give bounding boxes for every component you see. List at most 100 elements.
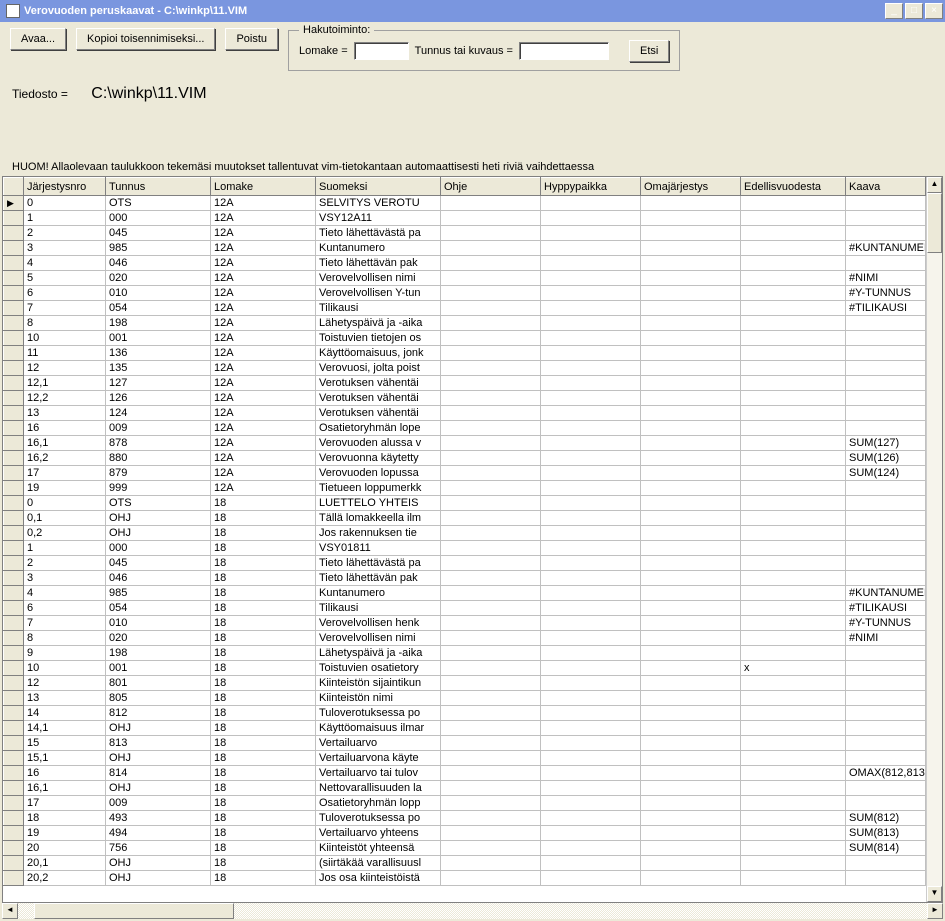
cell[interactable] — [541, 316, 641, 331]
cell[interactable]: 18 — [211, 796, 316, 811]
cell[interactable] — [741, 376, 846, 391]
cell[interactable] — [641, 301, 741, 316]
cell[interactable] — [641, 436, 741, 451]
cell[interactable]: OHJ — [106, 721, 211, 736]
table-row[interactable]: 1999912ATietueen loppumerkk — [4, 481, 926, 496]
cell[interactable] — [441, 811, 541, 826]
row-header[interactable] — [4, 811, 24, 826]
cell[interactable] — [441, 871, 541, 886]
cell[interactable] — [741, 481, 846, 496]
cell[interactable]: Verovelvollisen henk — [316, 616, 441, 631]
cell[interactable] — [441, 466, 541, 481]
cell[interactable] — [441, 526, 541, 541]
cell[interactable]: 813 — [106, 736, 211, 751]
cell[interactable] — [541, 781, 641, 796]
row-header[interactable] — [4, 766, 24, 781]
cell[interactable] — [641, 541, 741, 556]
cell[interactable] — [541, 271, 641, 286]
cell[interactable] — [541, 391, 641, 406]
column-header[interactable]: Suomeksi — [316, 178, 441, 196]
cell[interactable] — [741, 391, 846, 406]
cell[interactable] — [846, 526, 926, 541]
table-row[interactable]: 1700918Osatietoryhmän lopp — [4, 796, 926, 811]
cell[interactable]: Käyttöomaisuus, jonk — [316, 346, 441, 361]
cell[interactable] — [541, 811, 641, 826]
cell[interactable] — [541, 241, 641, 256]
table-row[interactable]: 15,1OHJ18Vertailuarvona käyte — [4, 751, 926, 766]
table-row[interactable]: 701018Verovelvollisen henk#Y-TUNNUS — [4, 616, 926, 631]
cell[interactable]: 18 — [211, 721, 316, 736]
cell[interactable]: 4 — [24, 586, 106, 601]
cell[interactable]: 18 — [211, 646, 316, 661]
cell[interactable] — [441, 286, 541, 301]
cell[interactable] — [846, 571, 926, 586]
cell[interactable] — [741, 331, 846, 346]
cell[interactable] — [641, 211, 741, 226]
cell[interactable]: 020 — [106, 631, 211, 646]
cell[interactable] — [541, 466, 641, 481]
row-header[interactable] — [4, 256, 24, 271]
cell[interactable]: 010 — [106, 286, 211, 301]
cell[interactable] — [741, 451, 846, 466]
cell[interactable]: 880 — [106, 451, 211, 466]
cell[interactable] — [741, 676, 846, 691]
table-row[interactable]: 14,1OHJ18Käyttöomaisuus ilmar — [4, 721, 926, 736]
cell[interactable]: 17 — [24, 466, 106, 481]
cell[interactable] — [641, 271, 741, 286]
table-row[interactable]: 100018VSY01811 — [4, 541, 926, 556]
cell[interactable] — [641, 856, 741, 871]
cell[interactable] — [541, 211, 641, 226]
cell[interactable] — [541, 856, 641, 871]
cell[interactable]: Jos rakennuksen tie — [316, 526, 441, 541]
cell[interactable] — [641, 751, 741, 766]
scroll-up-button[interactable]: ▲ — [927, 177, 942, 193]
cell[interactable] — [441, 361, 541, 376]
cell[interactable] — [741, 571, 846, 586]
cell[interactable]: 13 — [24, 691, 106, 706]
cell[interactable]: Tieto lähettävästä pa — [316, 226, 441, 241]
column-header[interactable]: Hyppypaikka — [541, 178, 641, 196]
cell[interactable]: 127 — [106, 376, 211, 391]
cell[interactable] — [541, 541, 641, 556]
cell[interactable]: 2 — [24, 556, 106, 571]
cell[interactable]: OHJ — [106, 781, 211, 796]
cell[interactable] — [541, 691, 641, 706]
row-header[interactable] — [4, 736, 24, 751]
cell[interactable]: Vertailuarvo yhteens — [316, 826, 441, 841]
cell[interactable]: 3 — [24, 571, 106, 586]
open-button[interactable]: Avaa... — [10, 28, 66, 50]
cell[interactable] — [641, 766, 741, 781]
row-header[interactable] — [4, 226, 24, 241]
row-header[interactable] — [4, 481, 24, 496]
cell[interactable] — [846, 406, 926, 421]
cell[interactable]: 18 — [211, 826, 316, 841]
cell[interactable]: LUETTELO YHTEIS — [316, 496, 441, 511]
table-row[interactable]: 204512ATieto lähettävästä pa — [4, 226, 926, 241]
cell[interactable] — [441, 271, 541, 286]
table-row[interactable]: 20,2OHJ18Jos osa kiinteistöistä — [4, 871, 926, 886]
cell[interactable]: 12A — [211, 391, 316, 406]
cell[interactable] — [541, 421, 641, 436]
cell[interactable] — [441, 241, 541, 256]
cell[interactable] — [541, 661, 641, 676]
cell[interactable] — [541, 751, 641, 766]
row-header[interactable] — [4, 676, 24, 691]
cell[interactable]: 045 — [106, 556, 211, 571]
table-row[interactable]: 705412ATilikausi#TILIKAUSI — [4, 301, 926, 316]
cell[interactable] — [441, 316, 541, 331]
cell[interactable]: Osatietoryhmän lopp — [316, 796, 441, 811]
cell[interactable] — [641, 601, 741, 616]
cell[interactable] — [541, 586, 641, 601]
cell[interactable] — [641, 496, 741, 511]
cell[interactable]: 18 — [211, 556, 316, 571]
cell[interactable]: 1 — [24, 541, 106, 556]
cell[interactable]: 12A — [211, 421, 316, 436]
cell[interactable]: 12A — [211, 286, 316, 301]
cell[interactable]: Lähetyspäivä ja -aika — [316, 316, 441, 331]
cell[interactable]: Vertailuarvona käyte — [316, 751, 441, 766]
cell[interactable] — [441, 451, 541, 466]
cell[interactable] — [441, 826, 541, 841]
column-header[interactable]: Tunnus — [106, 178, 211, 196]
cell[interactable] — [846, 211, 926, 226]
cell[interactable]: 12A — [211, 256, 316, 271]
